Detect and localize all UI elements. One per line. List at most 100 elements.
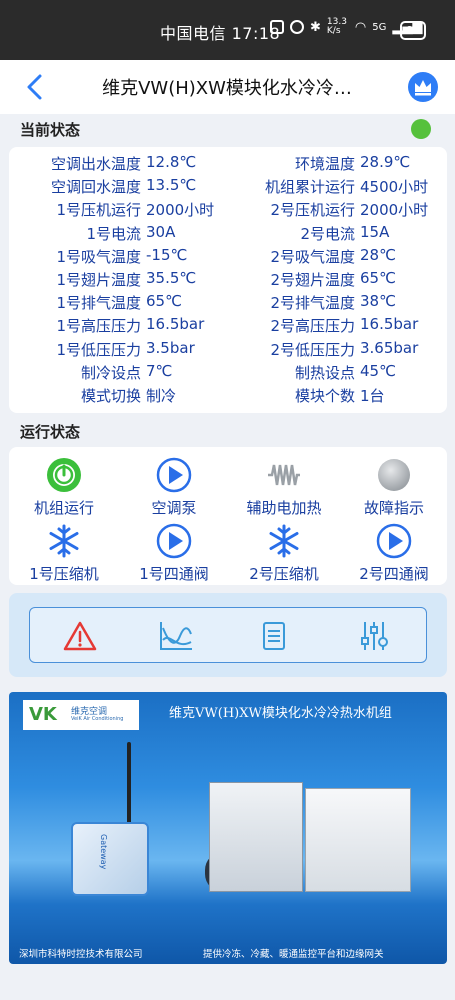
run-item-aux-heater: 辅助电加热 [229, 457, 339, 518]
status-label: 2号排气温度 [270, 294, 355, 313]
play-icon [156, 457, 192, 493]
status-value: 65℃ [360, 269, 396, 287]
run-status-card: 机组运行 空调泵 辅助电加热 故障指示 1号压缩机 1号四通阀 2号压缩机 2号… [9, 447, 447, 585]
status-value: 2000小时 [360, 201, 429, 220]
status-row: 1号排气温度 65℃ 2号排气温度 38℃ [9, 292, 447, 315]
status-label: 1号吸气温度 [56, 247, 141, 266]
run-item-label: 机组运行 [33, 499, 94, 517]
status-row: 1号电流 30A 2号电流 15A [9, 223, 447, 246]
logo-mark: VK [29, 704, 57, 725]
nfc-icon [270, 20, 284, 34]
status-label: 环境温度 [294, 155, 355, 173]
status-value: 28℃ [360, 245, 396, 264]
status-label: 1号低压压力 [56, 340, 141, 359]
tool-bar [29, 607, 427, 663]
battery-indicator: 88 [400, 21, 426, 40]
run-item-ac-pump: 空调泵 [119, 457, 229, 518]
status-value: 1台 [360, 387, 385, 405]
status-label: 1号排气温度 [56, 294, 141, 313]
online-status-indicator [411, 119, 431, 139]
bluetooth-icon: ✱ [310, 19, 321, 35]
status-label: 2号压机运行 [270, 201, 355, 220]
network-speed: 13.3 K/s [326, 17, 347, 36]
status-label: 制热设点 [294, 363, 355, 382]
settings-sliders-icon[interactable] [356, 620, 392, 652]
status-label: 2号低压压力 [270, 340, 355, 359]
status-row: 空调回水温度 13.5℃ 机组累计运行 4500小时 [9, 176, 447, 199]
status-label: 空调出水温度 [50, 155, 141, 173]
tool-panel [9, 593, 447, 677]
company-slogan: 提供冷冻、冷藏、暖通监控平台和边缘网关 [203, 949, 384, 960]
snowflake-icon [269, 524, 299, 558]
page-title: 维克VW(H)XW模块化水冷冷… [102, 78, 352, 99]
snowflake-icon [49, 524, 79, 558]
status-row: 空调出水温度 12.8℃ 环境温度 28.9℃ [9, 153, 447, 176]
run-item-label: 1号压缩机 [29, 565, 99, 583]
status-label: 空调回水温度 [50, 178, 141, 197]
chiller-cabinet-image [305, 788, 411, 892]
status-value: 13.5℃ [146, 176, 197, 195]
status-value: 12.8℃ [146, 153, 197, 171]
status-label: 1号压机运行 [56, 201, 141, 220]
play-icon [376, 523, 412, 559]
system-status-bar: 中国电信 17:18 ✱ 13.3 K/s ◠ 5G ▂▄▆ 88 [0, 0, 455, 60]
list-icon[interactable] [256, 620, 292, 652]
run-item-label: 1号四通阀 [139, 565, 209, 583]
status-label: 1号翅片温度 [56, 271, 141, 289]
status-label: 机组累计运行 [264, 178, 355, 197]
status-value: 制冷 [146, 387, 177, 405]
status-label: 2号吸气温度 [270, 247, 355, 266]
status-value: 16.5bar [146, 315, 205, 334]
status-value: 30A [146, 222, 176, 241]
brand-logo: VK 维克空调 VeiK Air Conditioning [23, 700, 139, 730]
wifi-icon: ◠ [354, 19, 367, 35]
back-arrow-icon[interactable] [22, 72, 48, 102]
crown-icon[interactable] [408, 72, 438, 102]
status-label: 模式切换 [80, 387, 141, 405]
status-value: 38℃ [360, 292, 396, 311]
run-item-unit-running: 机组运行 [9, 457, 119, 518]
power-on-icon [47, 458, 81, 492]
status-value: 15A [360, 222, 390, 241]
current-status-heading: 当前状态 [20, 121, 81, 139]
status-value: -15℃ [146, 245, 188, 264]
status-label: 2号翅片温度 [270, 271, 355, 289]
status-value: 45℃ [360, 361, 396, 380]
run-item-fault: 故障指示 [339, 457, 449, 518]
status-label: 模块个数 [294, 387, 355, 405]
carrier-time: 中国电信 17:18 [160, 24, 281, 43]
play-icon [156, 523, 192, 559]
status-row: 模式切换 制冷 模块个数 1台 [9, 385, 447, 408]
company-name: 深圳市科特时控技术有限公司 [19, 949, 143, 960]
alarm-clock-icon [290, 20, 304, 34]
status-row: 1号低压压力 3.5bar 2号低压压力 3.65bar [9, 339, 447, 362]
status-value: 3.65bar [360, 338, 419, 357]
run-item-four-way-valve-1: 1号四通阀 [119, 523, 229, 584]
run-item-compressor-2: 2号压缩机 [229, 523, 339, 584]
run-item-label: 空调泵 [151, 499, 197, 517]
gateway-label: Gateway [99, 834, 108, 870]
status-value: 16.5bar [360, 315, 419, 334]
trend-chart-icon[interactable] [158, 620, 194, 652]
status-value: 28.9℃ [360, 153, 411, 171]
status-value: 35.5℃ [146, 269, 197, 287]
banner-title: 维克VW(H)XW模块化水冷冷热水机组 [169, 706, 392, 721]
status-value: 3.5bar [146, 338, 195, 357]
status-row: 制冷设点 7℃ 制热设点 45℃ [9, 362, 447, 385]
logo-subtext: VeiK Air Conditioning [71, 716, 124, 722]
current-status-card: 空调出水温度 12.8℃ 环境温度 28.9℃ 空调回水温度 13.5℃ 机组累计运行 450… [9, 147, 447, 413]
fault-lamp-icon [378, 459, 410, 491]
status-value: 65℃ [146, 292, 182, 311]
status-value: 2000小时 [146, 201, 215, 220]
run-item-four-way-valve-2: 2号四通阀 [339, 523, 449, 584]
status-label: 1号电流 [86, 224, 141, 243]
alarm-icon[interactable] [62, 620, 98, 652]
app-bar: 维克VW(H)XW模块化水冷冷… [0, 60, 455, 114]
run-item-label: 辅助电加热 [246, 499, 322, 517]
status-label: 制冷设点 [80, 363, 141, 382]
status-row: 1号高压压力 16.5bar 2号高压压力 16.5bar [9, 315, 447, 338]
modular-chiller-image [209, 782, 303, 892]
heater-coil-icon [268, 464, 300, 486]
run-item-compressor-1: 1号压缩机 [9, 523, 119, 584]
run-item-label: 故障指示 [363, 499, 424, 517]
